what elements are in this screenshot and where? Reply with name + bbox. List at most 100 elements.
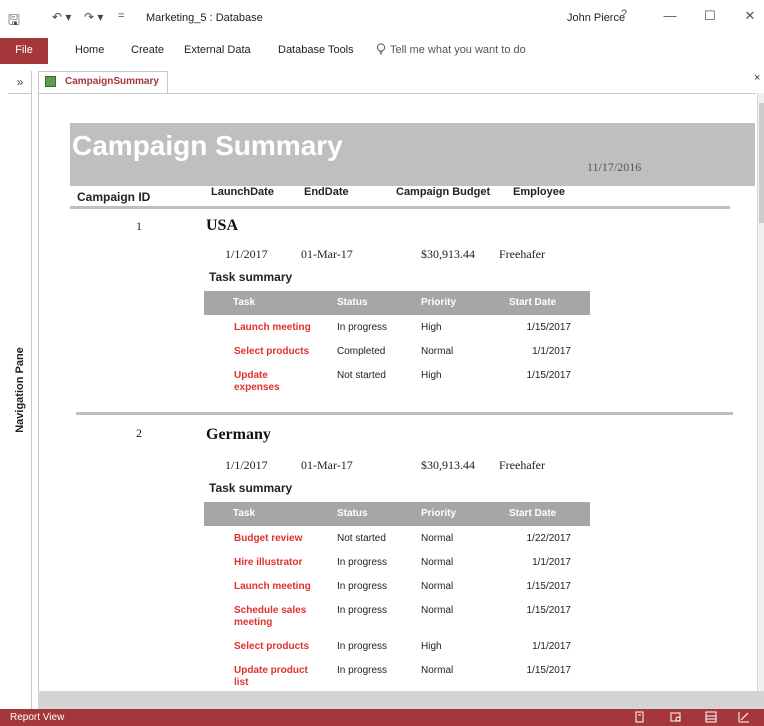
th-priority: Priority <box>421 508 457 519</box>
navigation-pane[interactable]: Navigation Pane <box>8 71 32 709</box>
task-link[interactable]: Hire illustrator <box>234 557 316 569</box>
header-divider <box>70 206 730 209</box>
save-icon[interactable]: 🖫 <box>8 10 20 34</box>
task-priority: Normal <box>421 665 454 676</box>
employee: Freehafer <box>499 458 545 472</box>
tell-me-box[interactable]: Tell me what you want to do <box>376 43 526 56</box>
undo-icon[interactable]: ↶ ▾ <box>52 10 71 24</box>
lightbulb-icon <box>376 43 386 55</box>
file-tab[interactable]: File <box>0 38 48 64</box>
expand-nav-icon[interactable]: » <box>8 72 32 94</box>
status-bar: Report View <box>0 709 764 726</box>
task-priority: High <box>421 641 442 652</box>
task-start-date: 1/15/2017 <box>526 581 572 592</box>
task-status: Not started <box>337 370 386 381</box>
launch-date: 1/1/2017 <box>225 458 268 472</box>
task-priority: Normal <box>421 346 454 357</box>
task-summary-label: Task summary <box>209 481 293 495</box>
col-header-employee: Employee <box>513 186 565 198</box>
task-link[interactable]: Launch meeting <box>234 322 316 334</box>
window-title: Marketing_5 : Database <box>146 12 263 24</box>
campaign-budget: $30,913.44 <box>421 458 475 472</box>
help-button[interactable]: ? <box>614 8 634 20</box>
layout-view-icon[interactable] <box>705 711 717 723</box>
close-window-button[interactable]: ✕ <box>740 8 760 24</box>
launch-date: 1/1/2017 <box>225 247 268 261</box>
campaign-id: 2 <box>136 426 142 440</box>
task-link[interactable]: Schedule sales meeting <box>234 605 316 629</box>
task-link[interactable]: Update expenses <box>234 370 316 394</box>
customize-qat-icon[interactable]: = <box>118 10 124 22</box>
tell-me-label: Tell me what you want to do <box>390 44 526 56</box>
scrollbar-thumb[interactable] <box>759 103 764 223</box>
employee: Freehafer <box>499 247 545 261</box>
task-priority: Normal <box>421 557 454 568</box>
tab-home[interactable]: Home <box>75 44 104 56</box>
tab-campaign-summary[interactable]: CampaignSummary <box>38 71 168 93</box>
task-link[interactable]: Launch meeting <box>234 581 316 593</box>
report-date: 11/17/2016 <box>587 160 642 174</box>
task-start-date: 1/1/2017 <box>532 346 571 357</box>
end-date: 01-Mar-17 <box>301 458 353 472</box>
end-date: 01-Mar-17 <box>301 247 353 261</box>
task-start-date: 1/15/2017 <box>526 605 572 616</box>
task-table-header: Task Status Priority Start Date <box>204 291 590 315</box>
design-view-icon[interactable] <box>738 711 750 723</box>
task-start-date: 1/15/2017 <box>526 370 572 381</box>
report-view: Campaign Summary 11/17/2016 Campaign ID … <box>38 93 756 709</box>
task-link[interactable]: Update product list <box>234 665 316 689</box>
task-status: In progress <box>337 641 388 652</box>
th-start-date: Start Date <box>509 508 557 519</box>
maximize-button[interactable]: ☐ <box>700 8 720 24</box>
title-bar: 🖫 ↶ ▾ ↷ ▾ = Marketing_5 : Database John … <box>0 0 764 38</box>
task-start-date: 1/22/2017 <box>526 533 572 544</box>
col-header-campaign-id: Campaign ID <box>77 190 151 204</box>
task-link[interactable]: Budget review <box>234 533 316 545</box>
report-icon <box>45 76 56 87</box>
th-task: Task <box>233 508 256 519</box>
task-table-header: Task Status Priority Start Date <box>204 502 590 526</box>
tab-database-tools[interactable]: Database Tools <box>278 44 354 56</box>
close-document-icon[interactable]: × <box>754 72 760 84</box>
task-priority: High <box>421 370 442 381</box>
campaign-country: USA <box>206 217 239 234</box>
vertical-scrollbar[interactable] <box>757 93 764 691</box>
print-preview-icon[interactable] <box>670 711 682 723</box>
col-header-launch-date: LaunchDate <box>211 186 274 198</box>
task-status: In progress <box>337 557 388 568</box>
ribbon-tabs: File Home Create External Data Database … <box>0 38 764 64</box>
redo-icon[interactable]: ↷ ▾ <box>84 10 103 24</box>
task-status: In progress <box>337 581 388 592</box>
doc-tab-label: CampaignSummary <box>65 76 159 87</box>
view-mode-label: Report View <box>10 712 65 723</box>
th-start-date: Start Date <box>509 297 557 308</box>
campaign-id: 1 <box>136 219 142 233</box>
col-header-end-date: EndDate <box>304 186 349 198</box>
task-start-date: 1/15/2017 <box>526 322 572 333</box>
task-summary-label: Task summary <box>209 270 293 284</box>
th-status: Status <box>337 508 368 519</box>
task-status: In progress <box>337 605 388 616</box>
task-priority: Normal <box>421 533 454 544</box>
navigation-pane-label-wrap: Navigation Pane <box>8 71 32 709</box>
navigation-pane-label: Navigation Pane <box>14 347 26 433</box>
th-priority: Priority <box>421 297 457 308</box>
task-status: In progress <box>337 322 388 333</box>
task-priority: Normal <box>421 581 454 592</box>
task-link[interactable]: Select products <box>234 641 316 653</box>
minimize-button[interactable]: — <box>660 8 680 23</box>
task-link[interactable]: Select products <box>234 346 316 358</box>
th-task: Task <box>233 297 256 308</box>
horizontal-scroll-area[interactable] <box>38 691 764 709</box>
tab-external-data[interactable]: External Data <box>184 44 251 56</box>
task-priority: High <box>421 322 442 333</box>
report-title: Campaign Summary <box>72 130 343 161</box>
tab-create[interactable]: Create <box>131 44 164 56</box>
campaign-budget: $30,913.44 <box>421 247 475 261</box>
task-status: Not started <box>337 533 386 544</box>
task-status: In progress <box>337 665 388 676</box>
task-start-date: 1/1/2017 <box>532 557 571 568</box>
campaign-divider <box>76 412 733 415</box>
th-status: Status <box>337 297 368 308</box>
report-view-icon[interactable] <box>634 711 646 723</box>
